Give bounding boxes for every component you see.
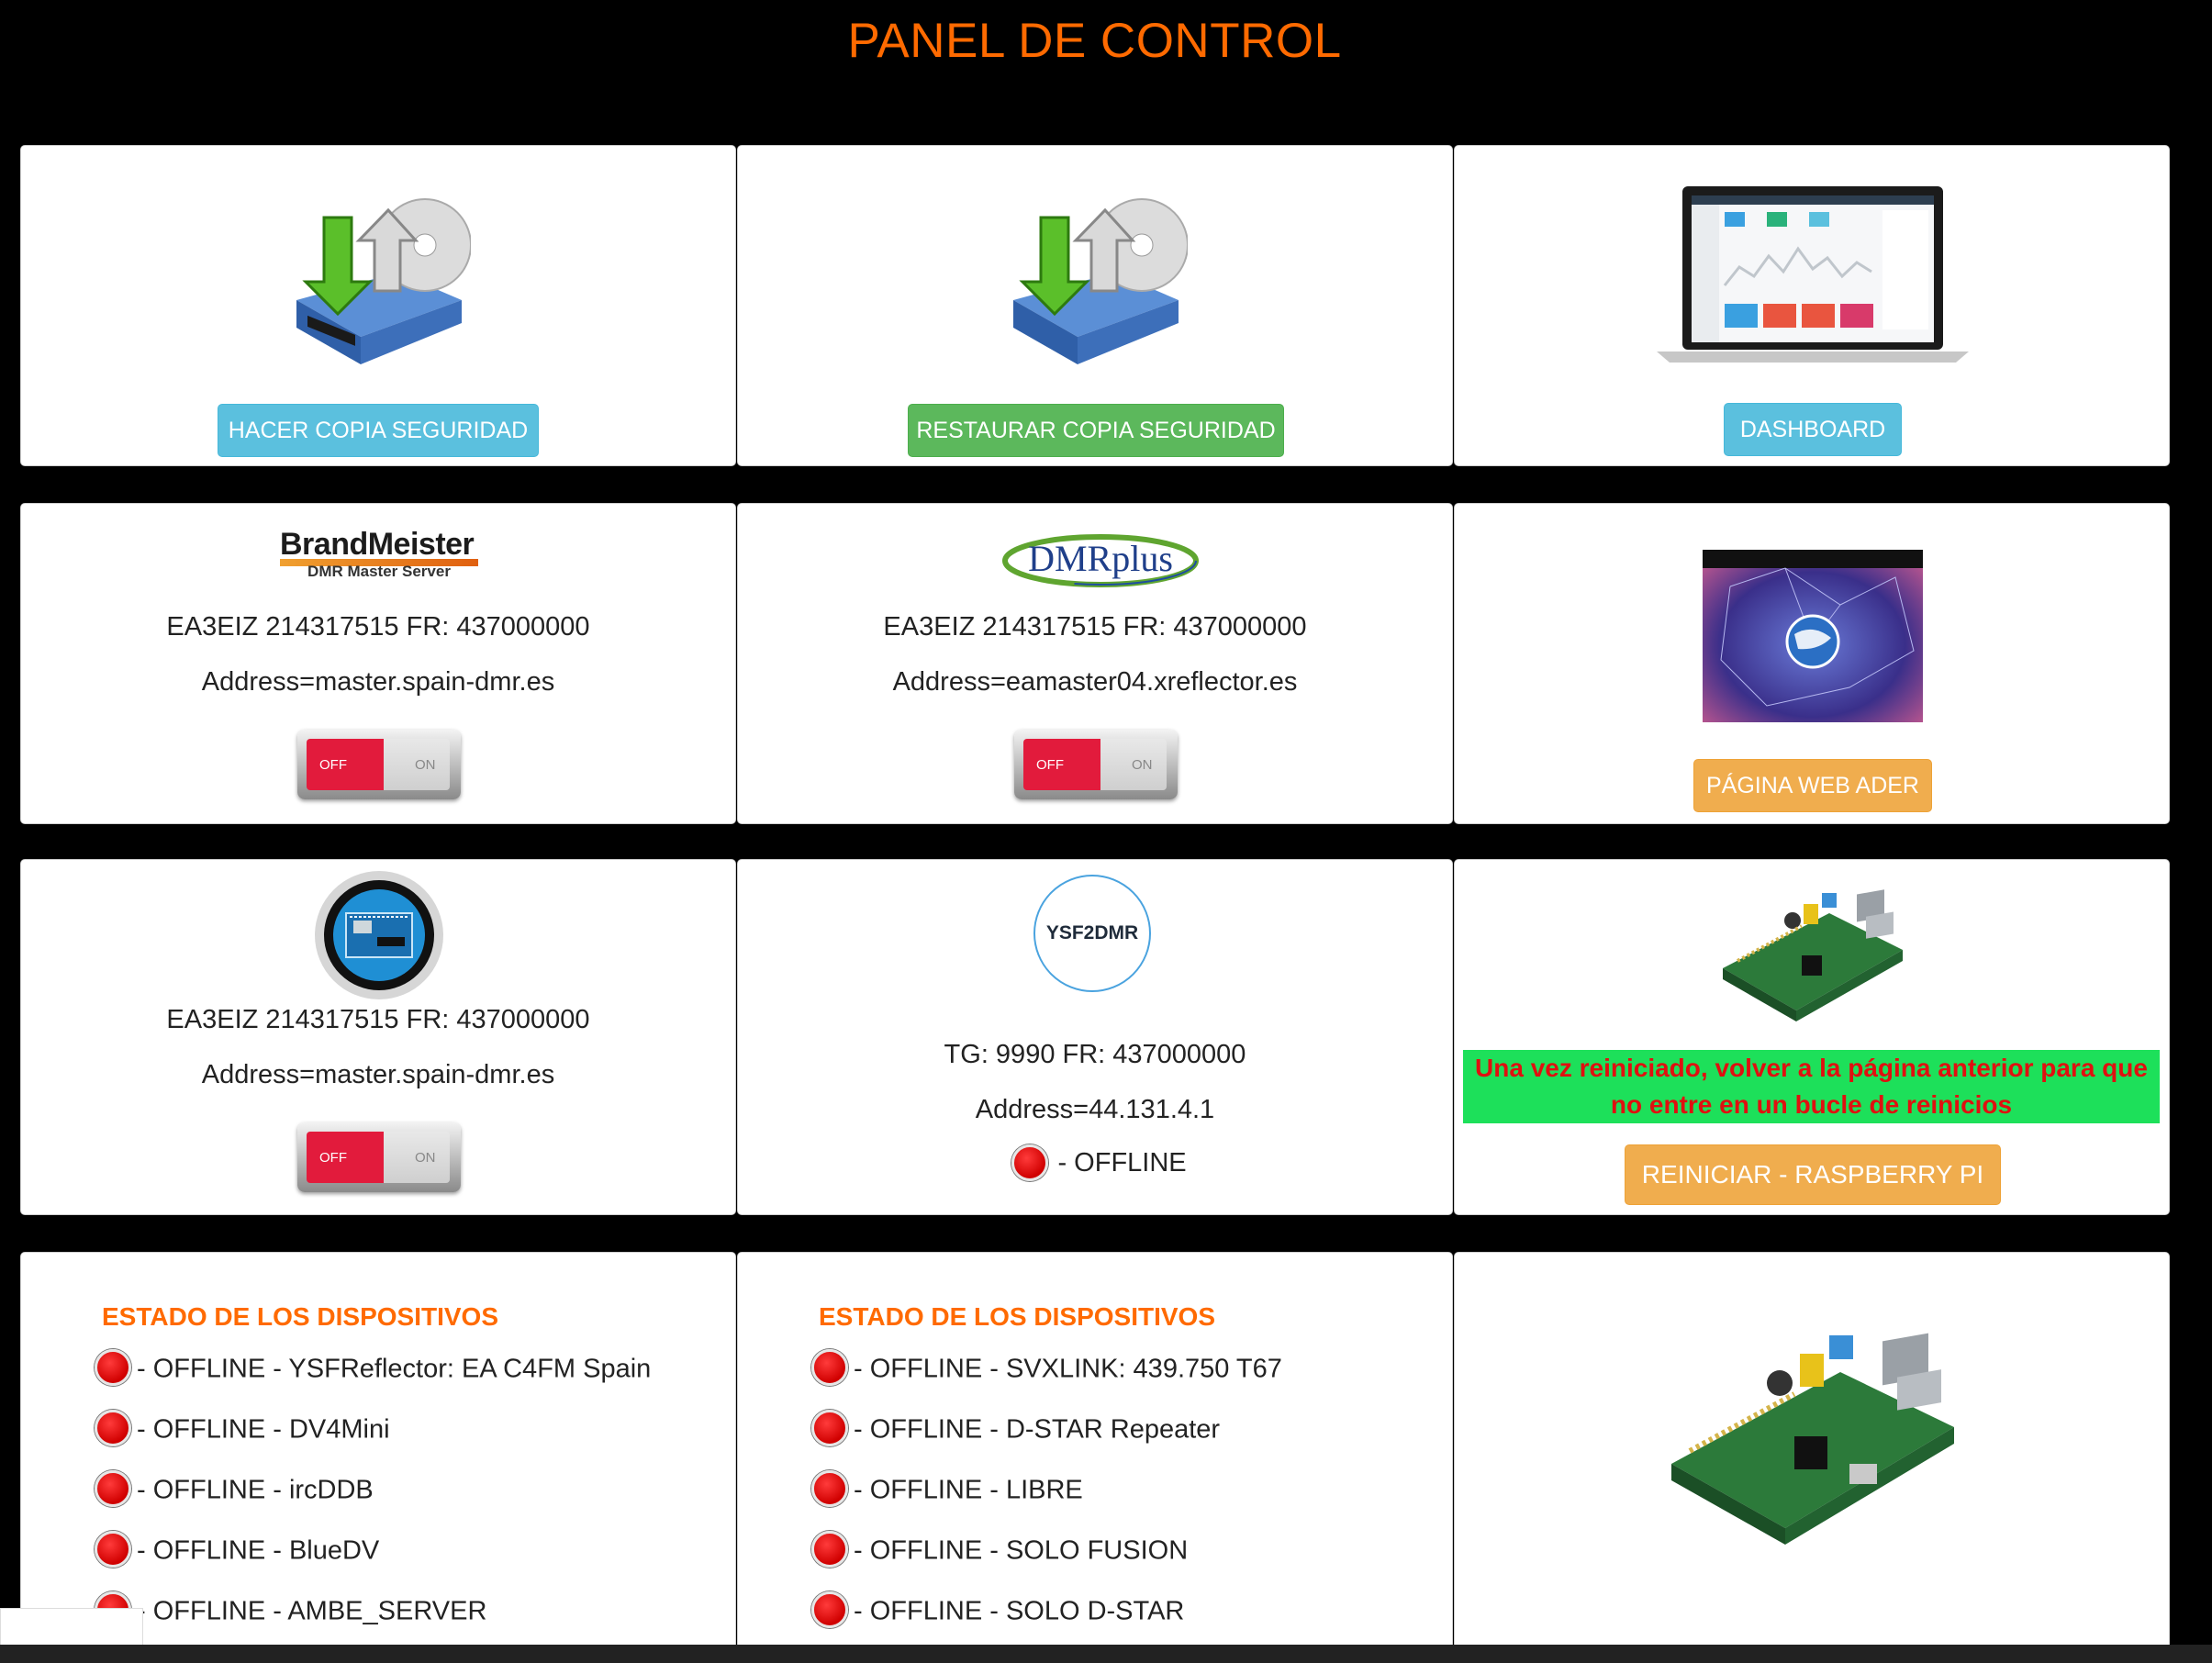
status-item: - OFFLINE - SVXLINK: 439.750 T67 — [811, 1349, 1282, 1389]
ysf2dmr-card: YSF2DMR TG: 9990 FR: 437000000 Address=4… — [737, 859, 1453, 1215]
restore-button[interactable]: RESTAURAR COPIA SEGURIDAD — [908, 404, 1284, 457]
restore-card: RESTAURAR COPIA SEGURIDAD — [737, 145, 1453, 466]
dashboard-card: DASHBOARD — [1454, 145, 2170, 466]
toggle-on-label: ON — [384, 1132, 450, 1183]
ysf2dmr-address: Address=44.131.4.1 — [975, 1095, 1215, 1124]
toggle-off-label: OFF — [307, 1132, 384, 1183]
status-item-label: - OFFLINE - YSFReflector: EA C4FM Spain — [137, 1354, 652, 1384]
brandmeister-logo: BrandMeister DMR Master Server — [280, 528, 478, 588]
status-item: - OFFLINE - SOLO FUSION — [811, 1531, 1189, 1570]
status-item-label: - OFFLINE - D-STAR Repeater — [854, 1414, 1221, 1445]
raspberry-pi-board-icon — [1723, 889, 1903, 1021]
arduino-toggle[interactable]: OFF ON — [297, 1122, 461, 1192]
raspberry-image-card — [1454, 1252, 2170, 1663]
status-item: - OFFLINE - D-STAR Repeater — [811, 1410, 1221, 1449]
status-item: - OFFLINE - AMBE_SERVER — [95, 1591, 487, 1631]
ysf2dmr-status: - OFFLINE — [1011, 1144, 1187, 1181]
toggle-off-label: OFF — [307, 739, 384, 790]
device-status-panel-middle: ESTADO DE LOS DISPOSITIVOS - OFFLINE - S… — [737, 1252, 1453, 1663]
raspberry-pi-board-icon — [1671, 1333, 1954, 1545]
ader-card: PÁGINA WEB ADER — [1454, 503, 2170, 824]
device-status-title: ESTADO DE LOS DISPOSITIVOS — [102, 1302, 498, 1331]
raspberry-card: Una vez reiniciado, volver a la página a… — [1454, 859, 2170, 1215]
arduino-card: EA3EIZ 214317515 FR: 437000000 Address=m… — [20, 859, 736, 1215]
device-status-panel-left: ESTADO DE LOS DISPOSITIVOS - OFFLINE - Y… — [20, 1252, 736, 1663]
offline-indicator-icon — [95, 1531, 131, 1568]
dmrplus-logo: DMRplus — [1001, 528, 1200, 588]
page-title: PANEL DE CONTROL — [847, 14, 1342, 68]
status-item-label: - OFFLINE - BlueDV — [137, 1535, 380, 1566]
bottom-bar — [0, 1645, 2212, 1663]
status-item: - OFFLINE - DV4Mini — [95, 1410, 390, 1449]
reboot-raspberry-button[interactable]: REINICIAR - RASPBERRY PI — [1625, 1144, 2001, 1205]
offline-indicator-icon — [95, 1349, 131, 1386]
offline-indicator-icon — [811, 1470, 848, 1507]
toggle-on-label: ON — [384, 739, 450, 790]
dashboard-button[interactable]: DASHBOARD — [1724, 403, 1902, 456]
ysf2dmr-info: TG: 9990 FR: 437000000 — [944, 1040, 1246, 1069]
brandmeister-card: BrandMeister DMR Master Server EA3EIZ 21… — [20, 503, 736, 824]
status-item: - OFFLINE - ircDDB — [95, 1470, 374, 1510]
brandmeister-logo-sub: DMR Master Server — [307, 563, 451, 580]
backup-button[interactable]: HACER COPIA SEGURIDAD — [218, 404, 539, 457]
status-item-label: - OFFLINE - SVXLINK: 439.750 T67 — [854, 1354, 1282, 1384]
dmrplus-info: EA3EIZ 214317515 FR: 437000000 — [883, 612, 1307, 642]
offline-indicator-icon — [811, 1410, 848, 1446]
status-item-label: - OFFLINE - ircDDB — [137, 1475, 374, 1505]
reboot-notice: Una vez reiniciado, volver a la página a… — [1463, 1050, 2160, 1123]
ader-website-button[interactable]: PÁGINA WEB ADER — [1693, 759, 1932, 812]
status-item-label: - OFFLINE - SOLO D-STAR — [854, 1596, 1185, 1626]
ader-website-image — [1703, 550, 1923, 722]
laptop-dashboard-image — [1657, 186, 1969, 363]
status-item: - OFFLINE - LIBRE — [811, 1470, 1083, 1510]
arduino-info: EA3EIZ 214317515 FR: 437000000 — [166, 1005, 590, 1034]
drive-sync-icon — [296, 198, 471, 364]
device-status-title: ESTADO DE LOS DISPOSITIVOS — [819, 1302, 1215, 1331]
dmrplus-logo-text: DMRplus — [1028, 538, 1173, 579]
toggle-on-label: ON — [1100, 739, 1167, 790]
offline-indicator-icon — [811, 1349, 848, 1386]
brandmeister-logo-main: BrandMeister — [280, 527, 475, 562]
offline-indicator-icon — [811, 1531, 848, 1568]
status-item-label: - OFFLINE - DV4Mini — [137, 1414, 390, 1445]
toggle-off-label: OFF — [1023, 739, 1100, 790]
arduino-address: Address=master.spain-dmr.es — [201, 1060, 555, 1089]
drive-sync-icon — [1013, 198, 1188, 364]
status-item-label: - OFFLINE - AMBE_SERVER — [137, 1596, 487, 1626]
dmrplus-toggle[interactable]: OFF ON — [1014, 730, 1178, 799]
brandmeister-address: Address=master.spain-dmr.es — [201, 667, 555, 697]
status-item: - OFFLINE - BlueDV — [95, 1531, 380, 1570]
brandmeister-toggle[interactable]: OFF ON — [297, 730, 461, 799]
status-item-label: - OFFLINE - LIBRE — [854, 1475, 1083, 1505]
arduino-board-icon — [315, 871, 443, 999]
scroll-overlay — [0, 1608, 143, 1646]
dmrplus-address: Address=eamaster04.xreflector.es — [892, 667, 1298, 697]
status-item: - OFFLINE - SOLO D-STAR — [811, 1591, 1185, 1631]
ysf2dmr-logo: YSF2DMR — [1033, 875, 1151, 992]
offline-indicator-icon — [95, 1410, 131, 1446]
status-item: - OFFLINE - YSFReflector: EA C4FM Spain — [95, 1349, 652, 1389]
dmrplus-card: DMRplus EA3EIZ 214317515 FR: 437000000 A… — [737, 503, 1453, 824]
ysf2dmr-status-text: - OFFLINE — [1057, 1147, 1187, 1177]
backup-card: HACER COPIA SEGURIDAD — [20, 145, 736, 466]
offline-indicator-icon — [811, 1591, 848, 1628]
offline-indicator-icon — [1011, 1144, 1048, 1181]
status-item-label: - OFFLINE - SOLO FUSION — [854, 1535, 1189, 1566]
offline-indicator-icon — [95, 1470, 131, 1507]
brandmeister-info: EA3EIZ 214317515 FR: 437000000 — [166, 612, 590, 642]
